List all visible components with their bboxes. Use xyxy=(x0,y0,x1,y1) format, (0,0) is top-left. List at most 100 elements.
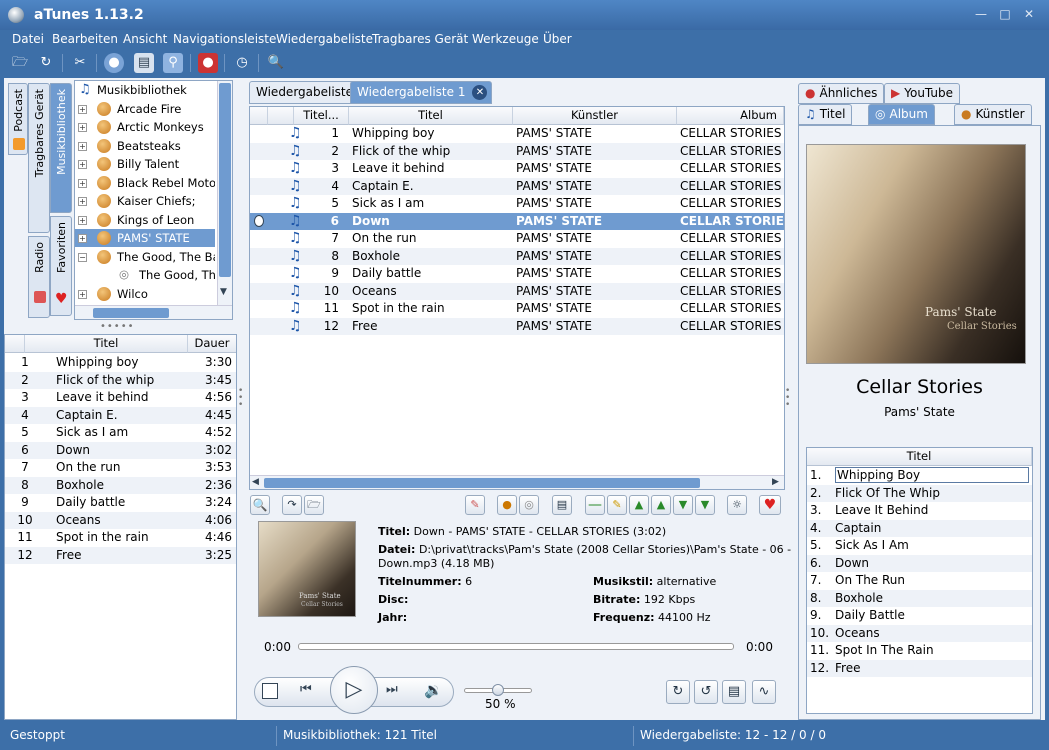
list-item[interactable]: 4 Captain E. 4:45 xyxy=(5,406,236,424)
list-item[interactable]: 9 Daily battle 3:24 xyxy=(5,494,236,512)
maximize-icon[interactable]: □ xyxy=(996,6,1014,22)
tab-titel[interactable]: ♫ Titel xyxy=(798,104,853,125)
album-header-title[interactable]: Titel xyxy=(807,448,1032,466)
table-row[interactable]: ♫ 2 Flick of the whip PAMS' STATE CELLAR STO… xyxy=(250,142,784,160)
tree-hscroll-thumb[interactable] xyxy=(93,308,169,318)
table-row[interactable]: ♫ 1 Whipping boy PAMS' STATE CELLAR STORIES xyxy=(250,125,784,143)
expand-icon[interactable]: + xyxy=(78,141,87,151)
expand-icon[interactable]: + xyxy=(78,178,87,188)
globe-icon[interactable]: ● xyxy=(104,53,124,73)
header-album[interactable]: Album xyxy=(677,107,784,125)
tree-item[interactable]: + Kings of Leon xyxy=(75,211,215,229)
table-row[interactable]: ♫ 5 Sick as I am PAMS' STATE CELLAR STORIES xyxy=(250,195,784,213)
table-row[interactable]: ♫ 3 Leave it behind PAMS' STATE CELLAR STORI… xyxy=(250,160,784,178)
table-row[interactable]: ♫ 6 Down PAMS' STATE CELLAR STORIES xyxy=(250,212,784,230)
left-splitter[interactable]: • • • xyxy=(238,387,243,410)
menu-datei[interactable]: Datei xyxy=(12,32,44,46)
tree-item[interactable]: + Wilco xyxy=(75,285,215,303)
right-splitter[interactable]: • • • xyxy=(785,387,790,410)
clear-playlist-icon[interactable]: ✎ xyxy=(465,495,485,515)
album-track-row[interactable]: 8. Boxhole xyxy=(807,589,1032,607)
collapse-icon[interactable]: − xyxy=(78,252,87,262)
album-track-row[interactable]: 7. On The Run xyxy=(807,572,1032,590)
tree-item[interactable]: + PAMS' STATE xyxy=(75,229,215,247)
info-icon[interactable]: ☼ xyxy=(727,495,747,515)
header-track-nr[interactable]: Titel... xyxy=(294,107,349,125)
header-titel[interactable]: Titel xyxy=(349,107,513,125)
volume-slider[interactable] xyxy=(464,684,532,696)
tab-wiedergabeliste-1[interactable]: Wiedergabeliste 1 ✕ xyxy=(350,81,493,104)
chevron-left-icon[interactable]: ◀ xyxy=(252,477,259,487)
save-playlist-icon[interactable]: ↷ xyxy=(282,495,302,515)
volume-icon[interactable]: 🔉 xyxy=(424,681,443,699)
folder-icon[interactable]: 🗁 xyxy=(10,53,30,73)
list-item[interactable]: 1 Whipping boy 3:30 xyxy=(5,354,236,372)
repeat-icon[interactable]: ↺ xyxy=(694,680,718,704)
tab-aehnliches[interactable]: ● Ähnliches xyxy=(798,83,885,104)
table-row[interactable]: ♫ 12 Free PAMS' STATE CELLAR STORIES xyxy=(250,317,784,335)
album-track-row[interactable]: 2. Flick Of The Whip xyxy=(807,484,1032,502)
menu-ueber[interactable]: Über xyxy=(543,32,572,46)
list-item[interactable]: 7 On the run 3:53 xyxy=(5,459,236,477)
tree-item[interactable]: + Arcade Fire xyxy=(75,100,215,118)
artist-filter-icon[interactable]: ● xyxy=(497,495,517,515)
album-track-row[interactable]: 3. Leave It Behind xyxy=(807,502,1032,520)
tree-item[interactable]: + Billy Talent xyxy=(75,155,215,173)
stop-icon[interactable] xyxy=(262,683,278,699)
volume-knob[interactable] xyxy=(492,684,504,696)
refresh-icon[interactable]: ↻ xyxy=(36,53,56,73)
expand-icon[interactable]: + xyxy=(78,289,87,299)
move-top-icon[interactable]: ▲ xyxy=(629,495,649,515)
list-item[interactable]: 11 Spot in the rain 4:46 xyxy=(5,529,236,547)
expand-icon[interactable]: + xyxy=(78,215,87,225)
list-item[interactable]: 2 Flick of the whip 3:45 xyxy=(5,371,236,389)
list-item[interactable]: 6 Down 3:02 xyxy=(5,441,236,459)
album-track-row[interactable]: 5. Sick As I Am xyxy=(807,537,1032,555)
close-icon[interactable]: ✕ xyxy=(1020,6,1038,22)
menu-navigationsleiste[interactable]: Navigationsleiste xyxy=(173,32,276,46)
expand-icon[interactable]: + xyxy=(78,104,87,114)
table-row[interactable]: ♫ 8 Boxhole PAMS' STATE CELLAR STORIES xyxy=(250,247,784,265)
search-icon[interactable]: 🔍 xyxy=(266,53,286,73)
move-bottom-icon[interactable]: ▼ xyxy=(695,495,715,515)
move-up-icon[interactable]: ▲ xyxy=(651,495,671,515)
tab-wiedergabeliste[interactable]: Wiedergabeliste xyxy=(249,81,361,104)
tab-kuenstler[interactable]: ● Künstler xyxy=(954,104,1032,125)
table-row[interactable]: ♫ 11 Spot in the rain PAMS' STATE CELLAR STO… xyxy=(250,300,784,318)
tab-podcast[interactable]: Podcast xyxy=(8,83,28,155)
previous-icon[interactable]: ⏮ xyxy=(300,682,312,697)
clock-icon[interactable]: ◷ xyxy=(232,53,252,73)
splitter-handle[interactable]: ••••• xyxy=(100,321,135,332)
album-track-row[interactable]: 1. Whipping Boy xyxy=(807,467,1032,485)
minimize-icon[interactable]: — xyxy=(972,6,990,22)
favorite-heart-icon[interactable]: ♥ xyxy=(759,495,781,515)
playlist-hscrollbar[interactable]: ◀ ▶ xyxy=(250,475,784,489)
expand-icon[interactable]: + xyxy=(78,197,87,206)
header-title[interactable]: Titel xyxy=(25,335,188,353)
tree-item[interactable]: + Arctic Monkeys xyxy=(75,118,215,136)
web-icon[interactable]: ⚲ xyxy=(163,53,183,73)
record-icon[interactable]: ● xyxy=(198,53,218,73)
open-playlist-icon[interactable]: 🗁 xyxy=(304,495,324,515)
table-row[interactable]: ♫ 10 Oceans PAMS' STATE CELLAR STORIES xyxy=(250,282,784,300)
header-duration[interactable]: Dauer xyxy=(188,335,236,353)
tab-album[interactable]: ◎ Album xyxy=(868,104,935,125)
close-tab-icon[interactable]: ✕ xyxy=(472,85,488,100)
window-icon[interactable]: ▤ xyxy=(134,53,154,73)
tree-item[interactable]: − The Good, The Bad & The Queen xyxy=(75,248,215,266)
menu-ansicht[interactable]: Ansicht xyxy=(123,32,167,46)
list-item[interactable]: 8 Boxhole 2:36 xyxy=(5,476,236,494)
table-row[interactable]: ♫ 4 Captain E. PAMS' STATE CELLAR STORIES xyxy=(250,177,784,195)
tree-item[interactable]: + Black Rebel Motorcycle Club xyxy=(75,174,215,192)
tab-radio[interactable]: Radio xyxy=(28,236,50,318)
playlist-mode-icon[interactable]: ▤ xyxy=(722,680,746,704)
table-row[interactable]: ♫ 9 Daily battle PAMS' STATE CELLAR STORIES xyxy=(250,265,784,283)
tab-favoriten[interactable]: Favoriten ♥ xyxy=(50,216,72,316)
menu-tragbares-geraet[interactable]: Tragbares Gerät xyxy=(372,32,468,46)
window-icon-2[interactable]: ▤ xyxy=(552,495,572,515)
menu-werkzeuge[interactable]: Werkzeuge xyxy=(472,32,539,46)
tree-root[interactable]: ♫ Musikbibliothek xyxy=(75,81,215,99)
tree-hscrollbar[interactable] xyxy=(75,305,232,319)
tab-tragbares-geraet[interactable]: Tragbares Gerät xyxy=(28,83,50,233)
search-playlist-icon[interactable]: 🔍 xyxy=(250,495,270,515)
